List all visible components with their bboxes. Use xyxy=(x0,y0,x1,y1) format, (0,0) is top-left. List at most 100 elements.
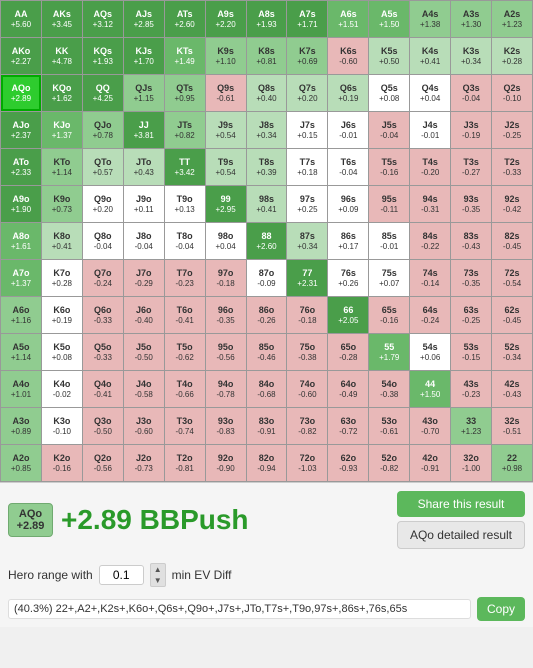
cell-74o[interactable]: 74o-0.60 xyxy=(287,371,327,407)
cell-75s[interactable]: 75s+0.07 xyxy=(369,260,409,296)
cell-a8o[interactable]: A8o+1.61 xyxy=(1,223,41,259)
cell-54o[interactable]: 54o-0.38 xyxy=(369,371,409,407)
cell-73o[interactable]: 73o-0.82 xyxy=(287,408,327,444)
cell-94o[interactable]: 94o-0.78 xyxy=(206,371,246,407)
cell-42o[interactable]: 42o-0.91 xyxy=(410,445,450,481)
cell-j4o[interactable]: J4o-0.58 xyxy=(124,371,164,407)
cell-84s[interactable]: 84s-0.22 xyxy=(410,223,450,259)
cell-qq[interactable]: QQ+4.25 xyxy=(83,75,123,111)
cell-63o[interactable]: 63o-0.72 xyxy=(328,408,368,444)
hero-range-input[interactable] xyxy=(99,565,144,585)
cell-qjo[interactable]: QJo+0.78 xyxy=(83,112,123,148)
cell-t2s[interactable]: T2s-0.33 xyxy=(492,149,532,185)
cell-t7o[interactable]: T7o-0.23 xyxy=(165,260,205,296)
cell-32s[interactable]: 32s-0.51 xyxy=(492,408,532,444)
cell-k8s[interactable]: K8s+0.81 xyxy=(247,38,287,74)
cell-64s[interactable]: 64s-0.24 xyxy=(410,297,450,333)
cell-99[interactable]: 99+2.95 xyxy=(206,186,246,222)
cell-72o[interactable]: 72o-1.03 xyxy=(287,445,327,481)
cell-72s[interactable]: 72s-0.54 xyxy=(492,260,532,296)
cell-63s[interactable]: 63s-0.25 xyxy=(451,297,491,333)
cell-95s[interactable]: 95s-0.11 xyxy=(369,186,409,222)
cell-k3s[interactable]: K3s+0.34 xyxy=(451,38,491,74)
cell-43o[interactable]: 43o-0.70 xyxy=(410,408,450,444)
cell-t5s[interactable]: T5s-0.16 xyxy=(369,149,409,185)
cell-q9s[interactable]: Q9s-0.61 xyxy=(206,75,246,111)
cell-ats[interactable]: ATs+2.60 xyxy=(165,1,205,37)
cell-aa[interactable]: AA+5.60 xyxy=(1,1,41,37)
cell-kk[interactable]: KK+4.78 xyxy=(42,38,82,74)
share-button[interactable]: Share this result xyxy=(397,491,525,517)
cell-qto[interactable]: QTo+0.57 xyxy=(83,149,123,185)
cell-85s[interactable]: 85s-0.01 xyxy=(369,223,409,259)
cell-65o[interactable]: 65o-0.28 xyxy=(328,334,368,370)
cell-ajo[interactable]: AJo+2.37 xyxy=(1,112,41,148)
cell-82s[interactable]: 82s-0.45 xyxy=(492,223,532,259)
cell-t2o[interactable]: T2o-0.81 xyxy=(165,445,205,481)
cell-j9o[interactable]: J9o+0.11 xyxy=(124,186,164,222)
cell-83s[interactable]: 83s-0.43 xyxy=(451,223,491,259)
cell-a3s[interactable]: A3s+1.30 xyxy=(451,1,491,37)
cell-93s[interactable]: 93s-0.35 xyxy=(451,186,491,222)
spin-buttons[interactable]: ▲ ▼ xyxy=(150,563,166,587)
cell-q4o[interactable]: Q4o-0.41 xyxy=(83,371,123,407)
cell-t4s[interactable]: T4s-0.20 xyxy=(410,149,450,185)
cell-q6o[interactable]: Q6o-0.33 xyxy=(83,297,123,333)
cell-j3o[interactable]: J3o-0.60 xyxy=(124,408,164,444)
cell-74s[interactable]: 74s-0.14 xyxy=(410,260,450,296)
cell-j6o[interactable]: J6o-0.40 xyxy=(124,297,164,333)
cell-ajs[interactable]: AJs+2.85 xyxy=(124,1,164,37)
cell-j4s[interactable]: J4s-0.01 xyxy=(410,112,450,148)
cell-k5o[interactable]: K5o+0.08 xyxy=(42,334,82,370)
cell-ako[interactable]: AKo+2.27 xyxy=(1,38,41,74)
cell-t8s[interactable]: T8s+0.39 xyxy=(247,149,287,185)
cell-q7o[interactable]: Q7o-0.24 xyxy=(83,260,123,296)
cell-52s[interactable]: 52s-0.34 xyxy=(492,334,532,370)
cell-a6s[interactable]: A6s+1.51 xyxy=(328,1,368,37)
cell-q5s[interactable]: Q5s+0.08 xyxy=(369,75,409,111)
cell-q3s[interactable]: Q3s-0.04 xyxy=(451,75,491,111)
cell-kjo[interactable]: KJo+1.37 xyxy=(42,112,82,148)
cell-87o[interactable]: 87o-0.09 xyxy=(247,260,287,296)
cell-j2o[interactable]: J2o-0.73 xyxy=(124,445,164,481)
cell-62o[interactable]: 62o-0.93 xyxy=(328,445,368,481)
cell-kts[interactable]: KTs+1.49 xyxy=(165,38,205,74)
cell-92s[interactable]: 92s-0.42 xyxy=(492,186,532,222)
cell-t9o[interactable]: T9o+0.13 xyxy=(165,186,205,222)
cell-75o[interactable]: 75o-0.38 xyxy=(287,334,327,370)
copy-button[interactable]: Copy xyxy=(477,597,525,621)
cell-k8o[interactable]: K8o+0.41 xyxy=(42,223,82,259)
cell-43s[interactable]: 43s-0.23 xyxy=(451,371,491,407)
cell-k2o[interactable]: K2o-0.16 xyxy=(42,445,82,481)
cell-k9o[interactable]: K9o+0.73 xyxy=(42,186,82,222)
cell-t8o[interactable]: T8o-0.04 xyxy=(165,223,205,259)
cell-aqo[interactable]: AQo+2.89 xyxy=(1,75,41,111)
cell-73s[interactable]: 73s-0.35 xyxy=(451,260,491,296)
cell-76s[interactable]: 76s+0.26 xyxy=(328,260,368,296)
cell-kqs[interactable]: KQs+1.93 xyxy=(83,38,123,74)
cell-a8s[interactable]: A8s+1.93 xyxy=(247,1,287,37)
cell-aks[interactable]: AKs+3.45 xyxy=(42,1,82,37)
cell-j2s[interactable]: J2s-0.25 xyxy=(492,112,532,148)
cell-54s[interactable]: 54s+0.06 xyxy=(410,334,450,370)
cell-t3s[interactable]: T3s-0.27 xyxy=(451,149,491,185)
cell-93o[interactable]: 93o-0.83 xyxy=(206,408,246,444)
cell-qjs[interactable]: QJs+1.15 xyxy=(124,75,164,111)
cell-k7o[interactable]: K7o+0.28 xyxy=(42,260,82,296)
cell-94s[interactable]: 94s-0.31 xyxy=(410,186,450,222)
cell-q3o[interactable]: Q3o-0.50 xyxy=(83,408,123,444)
cell-a4o[interactable]: A4o+1.01 xyxy=(1,371,41,407)
cell-j5o[interactable]: J5o-0.50 xyxy=(124,334,164,370)
cell-96o[interactable]: 96o-0.35 xyxy=(206,297,246,333)
cell-j8o[interactable]: J8o-0.04 xyxy=(124,223,164,259)
cell-j7o[interactable]: J7o-0.29 xyxy=(124,260,164,296)
detail-button[interactable]: AQo detailed result xyxy=(397,521,525,549)
cell-qts[interactable]: QTs+0.95 xyxy=(165,75,205,111)
cell-98s[interactable]: 98s+0.41 xyxy=(247,186,287,222)
spin-down-icon[interactable]: ▼ xyxy=(151,575,165,586)
cell-t5o[interactable]: T5o-0.62 xyxy=(165,334,205,370)
cell-j8s[interactable]: J8s+0.34 xyxy=(247,112,287,148)
cell-j7s[interactable]: J7s+0.15 xyxy=(287,112,327,148)
cell-a3o[interactable]: A3o+0.89 xyxy=(1,408,41,444)
cell-k9s[interactable]: K9s+1.10 xyxy=(206,38,246,74)
